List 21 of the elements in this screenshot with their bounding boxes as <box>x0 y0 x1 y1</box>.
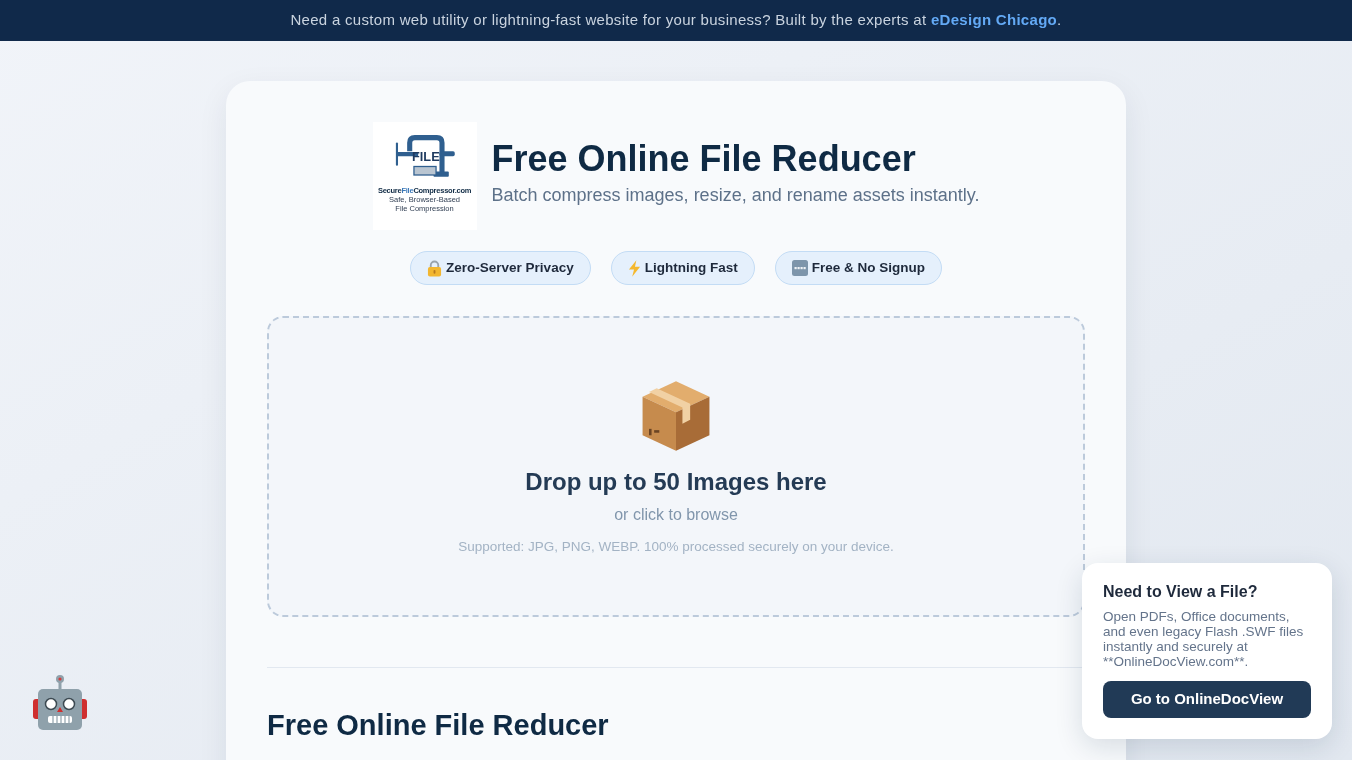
badge-label: Zero-Server Privacy <box>446 258 574 277</box>
supported-formats-note: Supported: JPG, PNG, WEBP. 100% processed securely on your device. <box>458 538 894 556</box>
edesign-link[interactable]: eDesign Chicago <box>930 11 1058 29</box>
robot-icon <box>30 674 90 732</box>
section-heading: Free Online File Reducer <box>267 708 610 742</box>
page-subtitle: Batch compress images, resize, and rename assets instantly. <box>491 183 980 207</box>
drop-zone-title: Drop up to 50 Images here <box>525 467 827 497</box>
badge-label: Lightning Fast <box>644 258 738 277</box>
browse-hint: or click to browse <box>614 505 738 525</box>
go-to-onlinedocview-button[interactable]: Go to OnlineDocView <box>1103 681 1311 718</box>
file-drop-zone[interactable]: Drop up to 50 Images here or click to browse Supported: JPG, PNG, WEBP. 100% processed securely on your device. <box>267 316 1085 617</box>
padlock-icon <box>427 259 443 277</box>
promo-text: Open PDFs, Office documents, and even legacy Flash .SWF files instantly and securely at **OnlineDocView.com**. <box>1103 609 1305 669</box>
tile-icon <box>791 260 808 276</box>
page-title: Free Online File Reducer <box>491 137 917 180</box>
lightning-bolt-icon <box>627 259 641 277</box>
package-icon <box>642 380 710 452</box>
banner-text: Need a custom web utility or lightning-fast website for your business? Built by the experts at eDesign Chicago. <box>290 10 1062 31</box>
badge-label: Free & No Signup <box>811 258 925 277</box>
logo-mark-text: FILE <box>411 148 440 164</box>
promo-title: Need to View a File? <box>1103 582 1259 602</box>
